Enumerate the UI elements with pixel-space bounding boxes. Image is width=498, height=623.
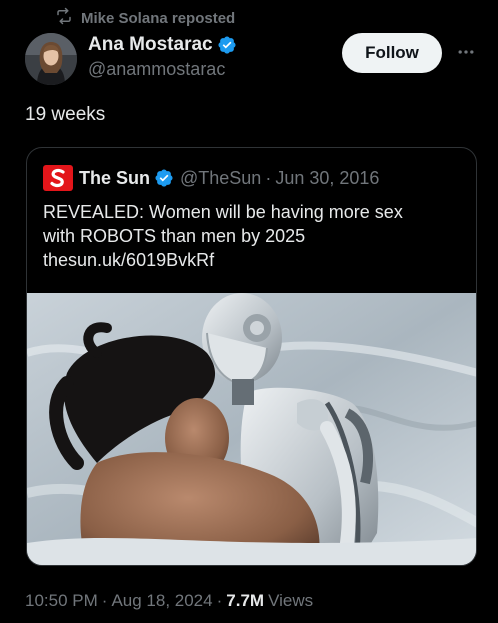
quote-link[interactable]: thesun.uk/6019BvkRf: [43, 248, 463, 272]
views-label: Views: [268, 591, 314, 610]
post-date[interactable]: Aug 18, 2024: [111, 591, 212, 611]
quoted-post[interactable]: The Sun @TheSun · Jun 30, 2016 REVEALED:…: [26, 147, 477, 566]
repost-icon: [55, 7, 73, 29]
author-block: Ana Mostarac @anammostarac: [88, 33, 237, 80]
quote-source-name[interactable]: The Sun: [79, 168, 150, 189]
quote-date[interactable]: Jun 30, 2016: [275, 168, 379, 189]
quote-handle[interactable]: @TheSun: [180, 168, 261, 189]
author-handle[interactable]: @anammostarac: [88, 59, 237, 80]
post-timestamp[interactable]: 10:50 PM · Aug 18, 2024 · 7.7M Views: [25, 591, 313, 611]
more-icon[interactable]: [454, 40, 478, 64]
timestamp-separator: ·: [216, 591, 223, 610]
post-text: 19 weeks: [25, 104, 106, 125]
quote-image[interactable]: [27, 293, 476, 565]
the-sun-logo-icon: [43, 165, 73, 191]
follow-button[interactable]: Follow: [342, 33, 442, 73]
views-count[interactable]: 7.7M: [226, 591, 264, 611]
quote-header: The Sun @TheSun · Jun 30, 2016: [43, 165, 379, 191]
quote-text-line: REVEALED: Women will be having more sex: [43, 202, 403, 222]
quote-separator: ·: [265, 167, 272, 188]
verified-badge-icon: [217, 35, 237, 55]
repost-label: Mike Solana reposted: [81, 9, 236, 27]
verified-badge-icon: [154, 168, 174, 188]
quote-body: REVEALED: Women will be having more sex …: [43, 200, 463, 272]
post-time[interactable]: 10:50 PM: [25, 591, 98, 611]
repost-indicator[interactable]: Mike Solana reposted: [55, 7, 236, 29]
author-name[interactable]: Ana Mostarac: [88, 34, 213, 56]
avatar[interactable]: [25, 33, 77, 85]
quote-text-line: with ROBOTS than men by 2025: [43, 226, 306, 246]
timestamp-separator: ·: [101, 591, 108, 610]
